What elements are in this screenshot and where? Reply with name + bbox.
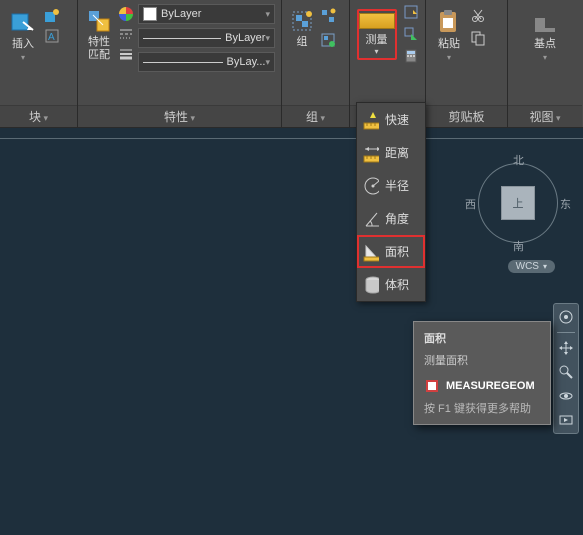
viewcube-south[interactable]: 南	[513, 238, 524, 254]
paste-button[interactable]: 粘贴 ▾	[432, 4, 466, 62]
panel-title-group[interactable]: 组	[282, 105, 349, 127]
basepoint-icon	[531, 8, 559, 36]
panel-blocks: 插入 ▾ A 块	[0, 0, 78, 127]
color-wheel-icon[interactable]	[118, 6, 134, 22]
svg-text:A: A	[48, 32, 55, 43]
nav-wheel-icon[interactable]	[557, 308, 575, 326]
select-all-icon[interactable]	[403, 4, 419, 20]
zoom-icon[interactable]	[557, 363, 575, 381]
command-icon	[424, 378, 440, 394]
wcs-dropdown[interactable]: WCS	[508, 260, 555, 273]
paste-icon	[435, 8, 463, 36]
match-properties-button[interactable]: 特性 匹配	[84, 4, 114, 62]
panel-title-view[interactable]: 视图	[508, 105, 582, 127]
lineweight-icon[interactable]	[118, 46, 134, 62]
edit-block-icon[interactable]	[44, 8, 60, 24]
linetype-icon[interactable]	[118, 26, 134, 42]
edit-attr-icon[interactable]: A	[44, 28, 60, 44]
quick-select-icon[interactable]	[403, 26, 419, 42]
radius-icon	[363, 178, 379, 194]
tooltip-title: 面积	[424, 330, 540, 346]
group-button[interactable]: 组	[288, 4, 316, 49]
pan-icon[interactable]	[557, 339, 575, 357]
panel-properties: 特性 匹配 ByLayer▾ ByLayer▾ ByLay...▾ 特性	[78, 0, 282, 127]
linetype-combo[interactable]: ByLayer▾	[138, 28, 275, 48]
angle-icon	[363, 211, 379, 227]
measure-distance[interactable]: 距离	[357, 136, 425, 169]
ruler-icon	[359, 13, 395, 29]
measure-angle[interactable]: 角度	[357, 202, 425, 235]
panel-title-properties[interactable]: 特性	[78, 105, 281, 127]
insert-icon	[9, 8, 37, 36]
quick-measure-icon	[363, 112, 379, 128]
measure-dropdown: 快速 距离 半径 角度 面积 体积	[356, 102, 426, 302]
panel-group: 组 组	[282, 0, 350, 127]
basepoint-button[interactable]: 基点 ▾	[528, 4, 562, 62]
layer-color-combo[interactable]: ByLayer▾	[138, 4, 275, 24]
viewcube[interactable]: 上 北 南 西 东	[473, 158, 563, 248]
volume-icon	[363, 277, 379, 293]
lineweight-combo[interactable]: ByLay...▾	[138, 52, 275, 72]
group-edit-icon[interactable]	[320, 32, 336, 48]
viewcube-west[interactable]: 西	[465, 196, 476, 212]
panel-view: 基点 ▾ 视图	[508, 0, 582, 127]
tooltip-desc: 测量面积	[424, 352, 540, 368]
measure-volume[interactable]: 体积	[357, 268, 425, 301]
insert-button[interactable]: 插入 ▾	[6, 4, 40, 62]
distance-icon	[363, 145, 379, 161]
match-props-icon	[86, 8, 112, 34]
calculator-icon[interactable]	[403, 48, 419, 64]
panel-title-blocks[interactable]: 块	[0, 105, 77, 127]
viewcube-north[interactable]: 北	[513, 152, 524, 168]
panel-title-clipboard: 剪贴板	[426, 105, 507, 127]
ribbon: 插入 ▾ A 块 特性 匹配 ByLayer▾	[0, 0, 583, 128]
measure-area[interactable]: 面积	[357, 235, 425, 268]
panel-clipboard: 粘贴 ▾ 剪贴板	[426, 0, 508, 127]
showmotion-icon[interactable]	[557, 411, 575, 429]
ungroup-icon[interactable]	[320, 8, 336, 24]
tooltip-help: 按 F1 键获得更多帮助	[424, 400, 540, 416]
measure-quick[interactable]: 快速	[357, 103, 425, 136]
area-icon	[363, 244, 379, 260]
cut-icon[interactable]	[470, 8, 486, 24]
tooltip: 面积 测量面积 MEASUREGEOM 按 F1 键获得更多帮助	[413, 321, 551, 425]
measure-radius[interactable]: 半径	[357, 169, 425, 202]
viewcube-face[interactable]: 上	[501, 186, 535, 220]
group-icon	[289, 8, 315, 34]
navigation-bar	[553, 303, 579, 434]
viewcube-east[interactable]: 东	[560, 196, 571, 212]
tooltip-command: MEASUREGEOM	[424, 378, 540, 394]
orbit-icon[interactable]	[557, 387, 575, 405]
copy-icon[interactable]	[470, 30, 486, 46]
measure-button[interactable]: 测量 ▾	[357, 9, 397, 60]
